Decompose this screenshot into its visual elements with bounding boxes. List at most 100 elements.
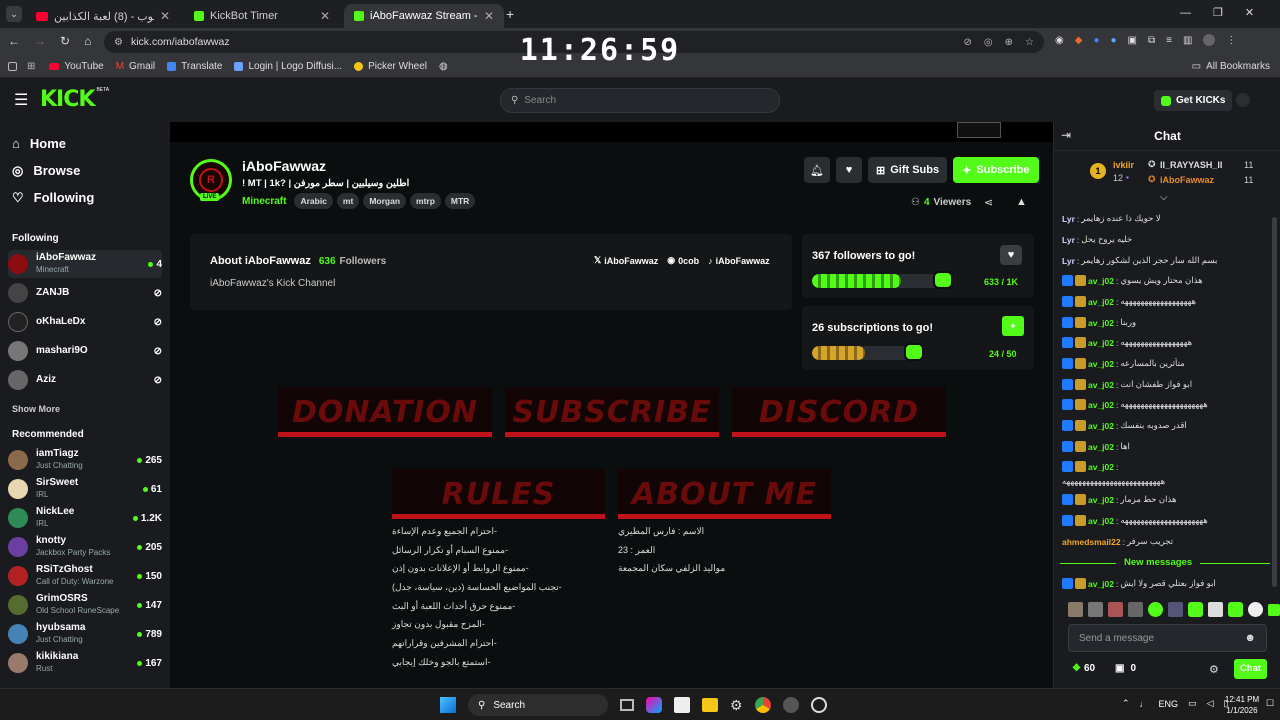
discord-panel[interactable]: DISCORD — [732, 387, 946, 437]
emote-icon[interactable] — [1208, 602, 1223, 617]
emote-icon[interactable] — [1168, 602, 1183, 617]
stream-tag[interactable]: mt — [336, 193, 360, 209]
taskbar-search[interactable]: ⚲ Search — [468, 694, 608, 716]
social-x-link[interactable]: 𝕏iAboFawwaz — [594, 255, 658, 266]
bookmark-icon[interactable] — [8, 62, 17, 71]
forward-icon[interactable]: → — [34, 34, 46, 48]
sidebar-channel-rec[interactable]: GrimOSRS Old School RuneScape 147 — [8, 591, 162, 619]
close-icon[interactable]: ✕ — [160, 9, 170, 23]
reload-icon[interactable]: ↻ — [60, 34, 70, 48]
tab-youtube[interactable]: وتوب - (8) لعبة الكذابين ✕ — [26, 4, 180, 28]
bookmark-translate[interactable]: Translate — [167, 61, 222, 72]
new-messages-label[interactable]: New messages — [1116, 557, 1201, 568]
sidebar-channel-rec[interactable]: SirSweet IRL 61 — [8, 475, 162, 503]
tab-kick-stream[interactable]: iAboFawwaz Stream - Watch Li ✕ — [344, 4, 504, 28]
bookmark-globe[interactable]: ◍ — [439, 61, 448, 72]
extension-icon[interactable]: ◉ — [1055, 35, 1064, 46]
nav-browse[interactable]: ◎ Browse — [0, 157, 170, 184]
tracking-icon[interactable]: ◎ — [984, 37, 993, 48]
task-view-icon[interactable] — [620, 699, 634, 711]
emoji-icon[interactable]: ☻ — [1244, 632, 1256, 644]
mic-icon[interactable]: ♩ — [1140, 699, 1149, 709]
minimize-icon[interactable]: — — [1180, 7, 1191, 19]
tab-search-button[interactable]: ⌄ — [6, 6, 22, 22]
emote-icon[interactable] — [1128, 602, 1143, 617]
share-icon[interactable]: ⋖ — [984, 196, 993, 209]
bookmark-login[interactable]: Login | Logo Diffusi... — [234, 61, 342, 72]
nav-home[interactable]: ⌂ Home — [0, 130, 170, 157]
eye-off-icon[interactable]: ⊘ — [964, 37, 972, 48]
apps-grid-icon[interactable]: ⊞ — [27, 61, 35, 72]
back-icon[interactable]: ← — [8, 34, 20, 48]
new-tab-button[interactable]: + — [506, 6, 514, 22]
sidebar-channel-rec[interactable]: iamTiagz Just Chatting 265 — [8, 446, 162, 474]
chat-scrollbar[interactable] — [1272, 217, 1277, 587]
subscribe-star-button[interactable]: ✦ — [1002, 316, 1024, 336]
windows-start-icon[interactable] — [440, 697, 456, 713]
extension-icon[interactable]: ● — [1093, 35, 1099, 46]
puzzle-icon[interactable]: ⧉ — [1148, 35, 1155, 46]
extension-icon[interactable]: ◆ — [1075, 35, 1083, 46]
emote-icon[interactable] — [1068, 602, 1083, 617]
sidebar-channel-aziz[interactable]: Aziz ⊘ — [8, 366, 162, 394]
emote-icon[interactable] — [1188, 602, 1203, 617]
stream-tag[interactable]: mtrp — [410, 193, 441, 209]
copilot-icon[interactable] — [646, 697, 662, 713]
report-icon[interactable]: ▲ — [1016, 196, 1027, 208]
tab-kickbot[interactable]: KickBot Timer ✕ — [184, 4, 340, 28]
extension-icon[interactable]: ● — [1110, 35, 1116, 46]
bookmark-picker-wheel[interactable]: Picker Wheel — [354, 61, 427, 72]
social-discord-link[interactable]: ◉ 0cob — [667, 255, 699, 266]
emote-icon[interactable] — [1088, 602, 1103, 617]
app-icon[interactable] — [810, 697, 827, 713]
stream-tag[interactable]: Morgan — [363, 193, 407, 209]
sidebar-channel-rec[interactable]: kikikiana Rust 167 — [8, 649, 162, 677]
sidebar-channel-iabofawwaz[interactable]: iAboFawwaz Minecraft 4 — [8, 250, 162, 278]
emote-icon[interactable] — [1248, 602, 1263, 617]
sidebar-channel-rec[interactable]: hyubsama Just Chatting 789 — [8, 620, 162, 648]
get-kicks-button[interactable]: Get KICKs — [1154, 90, 1233, 111]
close-icon[interactable]: ✕ — [484, 9, 494, 23]
store-icon[interactable] — [674, 697, 690, 713]
monitor-icon[interactable]: ▭ — [1188, 698, 1197, 709]
emote-icon[interactable] — [1228, 602, 1243, 617]
gift-balance[interactable]: ▣ 0 — [1115, 663, 1136, 674]
settings-icon[interactable]: ⚙ — [730, 697, 743, 714]
follow-heart-button[interactable]: ♥ — [836, 157, 862, 183]
search-bar[interactable]: ⚲ Search — [500, 88, 780, 113]
extension-icon[interactable]: ▣ — [1128, 35, 1137, 46]
all-bookmarks[interactable]: ▭ All Bookmarks — [1192, 61, 1270, 72]
donation-panel[interactable]: DONATION — [278, 387, 492, 437]
nav-following[interactable]: ♡ Following — [0, 184, 170, 211]
explorer-icon[interactable] — [702, 698, 718, 712]
notification-icon[interactable]: ☐ — [1266, 698, 1274, 709]
sidebar-channel-mashari[interactable]: mashari9O ⊘ — [8, 337, 162, 365]
emote-icon[interactable] — [1148, 602, 1163, 617]
more-vert-icon[interactable]: ⋮ — [1226, 35, 1236, 46]
sidebar-channel-rec[interactable]: RSiTzGhost Call of Duty: Warzone 150 — [8, 562, 162, 590]
restore-icon[interactable]: ❐ — [1213, 6, 1223, 19]
subscribe-panel[interactable]: SUBSCRIBE — [505, 387, 719, 437]
social-tiktok-link[interactable]: ♪ iAboFawwaz — [708, 256, 770, 266]
kicks-balance[interactable]: ❖ 60 — [1072, 663, 1095, 674]
sidebar-channel-rec[interactable]: knotty Jackbox Party Packs 205 — [8, 533, 162, 561]
volume-icon[interactable]: ◁ — [1207, 698, 1214, 709]
app-icon[interactable] — [782, 697, 799, 713]
bookmark-youtube[interactable]: YouTube — [49, 61, 104, 72]
profile-avatar[interactable] — [1203, 34, 1216, 46]
category-link[interactable]: Minecraft — [242, 196, 286, 207]
chrome-icon[interactable] — [754, 697, 771, 713]
bookmark-gmail[interactable]: M Gmail — [116, 61, 155, 72]
sidebar-channel-zanjb[interactable]: ZANJB ⊘ — [8, 279, 162, 307]
sidebar-channel-okhaledx[interactable]: oKhaLeDx ⊘ — [8, 308, 162, 336]
kick-logo[interactable]: KICK BETA — [40, 87, 109, 112]
follow-heart-button[interactable]: ♥ — [1000, 245, 1022, 265]
star-icon[interactable]: ☆ — [1025, 37, 1034, 48]
sidebar-icon[interactable]: ▥ — [1183, 35, 1192, 46]
user-avatar[interactable] — [1236, 93, 1250, 107]
subscribe-button[interactable]: ✦ Subscribe — [953, 157, 1039, 183]
stream-tag[interactable]: Arabic — [294, 193, 333, 209]
close-window-icon[interactable]: ✕ — [1245, 6, 1254, 19]
stream-tag[interactable]: MTR — [444, 193, 476, 209]
emote-icon[interactable] — [1268, 603, 1280, 616]
